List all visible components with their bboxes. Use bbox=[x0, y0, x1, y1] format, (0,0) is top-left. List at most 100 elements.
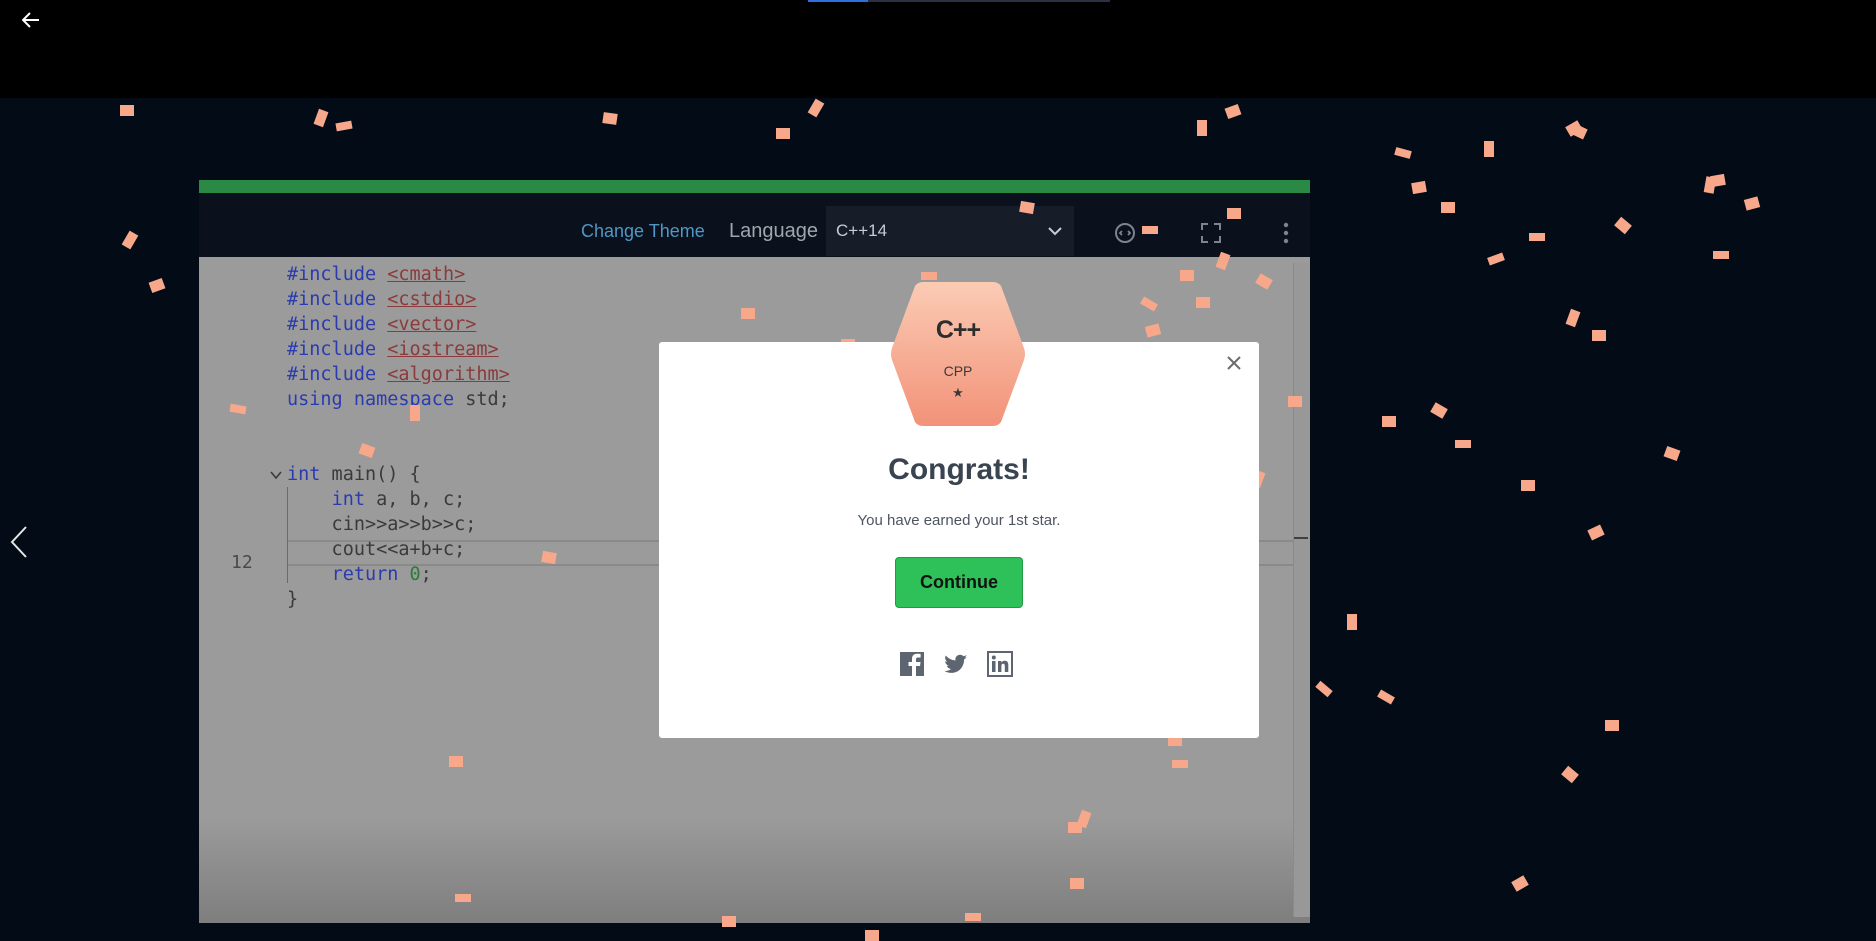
twitter-icon[interactable] bbox=[943, 651, 969, 677]
confetti-piece bbox=[1394, 147, 1412, 159]
badge-logo: C++ bbox=[935, 316, 981, 344]
confetti-piece bbox=[1455, 440, 1471, 448]
more-options-button[interactable] bbox=[1273, 220, 1299, 246]
confetti-piece bbox=[965, 913, 981, 921]
confetti-piece bbox=[1196, 297, 1210, 308]
more-vertical-icon bbox=[1283, 222, 1289, 244]
confetti-piece bbox=[1070, 878, 1084, 889]
confetti-piece bbox=[1377, 689, 1395, 705]
confetti-piece bbox=[602, 112, 618, 125]
confetti-piece bbox=[1587, 524, 1605, 541]
code-line: #include <cstdio> bbox=[287, 289, 477, 310]
language-select-value: C++14 bbox=[836, 221, 888, 240]
scrollbar-marker bbox=[1294, 537, 1308, 539]
code-line: int a, b, c; bbox=[331, 489, 466, 510]
confetti-piece bbox=[313, 108, 329, 128]
confetti-piece bbox=[1743, 196, 1761, 211]
confetti-piece bbox=[1565, 308, 1581, 328]
confetti-piece bbox=[1068, 822, 1082, 833]
code-line: cin>>a>>b>>c; bbox=[287, 514, 477, 535]
confetti-piece bbox=[1511, 875, 1529, 892]
language-label: Language bbox=[729, 220, 818, 242]
confetti-piece bbox=[1605, 720, 1619, 731]
code-line: cout<<a+b+c; bbox=[287, 539, 466, 560]
confetti-piece bbox=[1487, 252, 1505, 266]
confetti-piece bbox=[1315, 680, 1333, 698]
previous-button[interactable] bbox=[6, 522, 32, 562]
code-line: #include <iostream> bbox=[287, 339, 499, 360]
confetti-piece bbox=[722, 916, 736, 927]
badge-name: CPP bbox=[943, 363, 973, 379]
change-theme-link[interactable]: Change Theme bbox=[581, 221, 705, 242]
confetti-piece bbox=[1180, 270, 1194, 281]
confetti-piece bbox=[1441, 202, 1455, 213]
reset-button[interactable] bbox=[1112, 220, 1138, 246]
confetti-piece bbox=[449, 756, 463, 767]
confetti-piece bbox=[865, 930, 879, 941]
confetti-piece bbox=[1592, 330, 1606, 341]
lesson-progress-bar bbox=[808, 0, 1110, 2]
code-line: #include <algorithm> bbox=[287, 364, 510, 385]
confetti-piece bbox=[1227, 208, 1241, 219]
chevron-down-icon bbox=[1048, 226, 1062, 235]
editor-toolbar: Change Theme Language C++14 bbox=[199, 193, 1310, 257]
fold-chevron-icon[interactable] bbox=[269, 468, 283, 482]
top-bar bbox=[0, 0, 1876, 98]
close-icon bbox=[1227, 356, 1241, 370]
confetti-piece bbox=[1561, 765, 1579, 784]
linkedin-icon[interactable] bbox=[987, 651, 1013, 677]
star-icon: ★ bbox=[952, 385, 964, 400]
fullscreen-icon bbox=[1201, 223, 1221, 243]
confetti-piece bbox=[120, 105, 134, 116]
code-line: return 0; bbox=[331, 564, 432, 585]
confetti-piece bbox=[1521, 480, 1535, 491]
lesson-progress-fill bbox=[808, 0, 869, 2]
congrats-message: You have earned your 1st star. bbox=[857, 512, 1061, 529]
line-number: 12 bbox=[231, 552, 253, 573]
code-line: #include <cmath> bbox=[287, 264, 466, 285]
confetti-piece bbox=[1663, 445, 1681, 462]
confetti-piece bbox=[541, 550, 557, 565]
back-button[interactable] bbox=[16, 8, 46, 32]
confetti-piece bbox=[1411, 180, 1427, 195]
facebook-icon[interactable] bbox=[899, 651, 925, 677]
confetti-piece bbox=[1142, 226, 1158, 234]
confetti-piece bbox=[807, 98, 825, 118]
confetti-piece bbox=[1288, 396, 1302, 407]
continue-button[interactable]: Continue bbox=[895, 557, 1023, 608]
confetti-piece bbox=[1019, 200, 1035, 215]
confetti-piece bbox=[410, 405, 420, 421]
arrow-left-icon bbox=[22, 12, 39, 28]
code-line: int main() { bbox=[287, 464, 421, 485]
congrats-title: Congrats! bbox=[888, 453, 1030, 486]
confetti-piece bbox=[1713, 251, 1729, 259]
confetti-piece bbox=[1197, 120, 1207, 136]
confetti-piece bbox=[1710, 173, 1726, 188]
confetti-piece bbox=[1347, 614, 1357, 630]
status-bar bbox=[199, 180, 1310, 193]
confetti-piece bbox=[1484, 141, 1494, 157]
chevron-left-icon bbox=[10, 526, 27, 558]
confetti-piece bbox=[1382, 416, 1396, 427]
code-line: } bbox=[287, 589, 299, 610]
confetti-piece bbox=[1172, 760, 1188, 768]
confetti-piece bbox=[121, 230, 139, 250]
confetti-piece bbox=[1224, 103, 1242, 120]
code-line: using namespace std; bbox=[287, 389, 510, 410]
confetti-piece bbox=[1430, 402, 1448, 419]
confetti-piece bbox=[455, 894, 471, 902]
close-button[interactable] bbox=[1223, 352, 1245, 374]
confetti-piece bbox=[1614, 216, 1632, 235]
language-select[interactable]: C++14 bbox=[826, 206, 1074, 256]
code-line: #include <vector> bbox=[287, 314, 477, 335]
confetti-piece bbox=[741, 308, 755, 319]
confetti-piece bbox=[335, 120, 353, 132]
confetti-piece bbox=[148, 277, 166, 294]
confetti-piece bbox=[1529, 233, 1545, 241]
reset-icon bbox=[1115, 223, 1135, 243]
fullscreen-button[interactable] bbox=[1198, 220, 1224, 246]
confetti-piece bbox=[1570, 123, 1588, 140]
editor-scrollbar[interactable] bbox=[1293, 263, 1310, 917]
cpp-star-badge bbox=[891, 282, 1025, 426]
confetti-piece bbox=[776, 128, 790, 139]
